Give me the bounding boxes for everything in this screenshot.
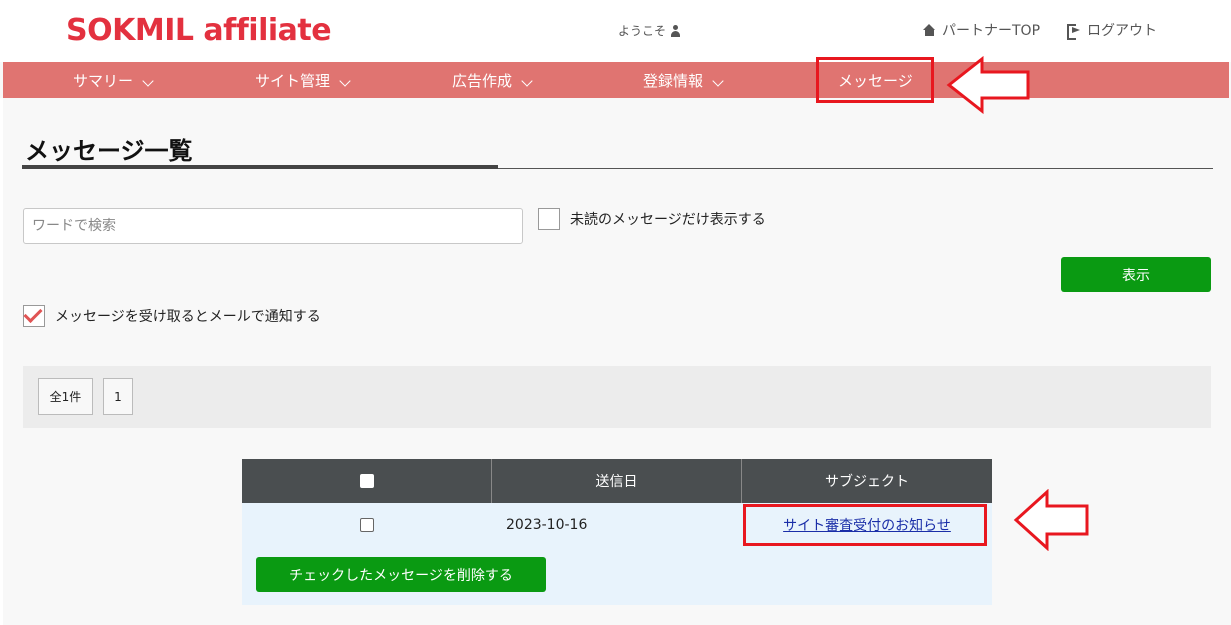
chevron-down-icon (522, 77, 532, 87)
checkmark-icon (23, 303, 43, 324)
partner-top-link[interactable]: パートナーTOP (923, 20, 1040, 40)
email-notify-label: メッセージを受け取るとメールで通知する (55, 309, 321, 325)
page-number-button[interactable]: 1 (103, 378, 133, 415)
total-count: 全1件 (38, 378, 93, 415)
top-header: SOKMIL affiliate ようこそ パートナーTOP ログアウト (0, 0, 1231, 62)
nav-item-label: 広告作成 (452, 71, 513, 90)
delete-checked-button[interactable]: チェックしたメッセージを削除する (256, 557, 546, 592)
partner-top-label: パートナーTOP (942, 23, 1041, 39)
header-select-all (242, 459, 492, 503)
home-icon (923, 24, 936, 36)
nav-item-summary[interactable]: サマリー (73, 62, 153, 98)
nav-item-ad-creation[interactable]: 広告作成 (452, 62, 532, 98)
welcome-label: ようこそ (618, 24, 667, 38)
header-date: 送信日 (492, 459, 742, 503)
table-footer: チェックしたメッセージを削除する (242, 547, 992, 605)
unread-only-label: 未読のメッセージだけ表示する (570, 212, 766, 228)
header-subject: サブジェクト (825, 474, 909, 490)
email-notify-checkbox[interactable] (23, 303, 45, 327)
search-input[interactable] (23, 208, 523, 244)
nav-item-label: 登録情報 (643, 71, 704, 90)
left-arrow-icon (946, 56, 1030, 114)
logout-icon (1067, 24, 1081, 40)
left-edge (0, 98, 3, 625)
logout-label: ログアウト (1087, 23, 1157, 39)
pager-bar: 全1件 1 (23, 366, 1211, 428)
site-logo[interactable]: SOKMIL affiliate (66, 13, 332, 48)
row-checkbox[interactable] (360, 518, 374, 532)
welcome-text: ようこそ (618, 22, 681, 39)
row-select-cell (242, 503, 492, 547)
chevron-down-icon (340, 77, 350, 87)
page-title: メッセージ一覧 (25, 137, 193, 165)
divider (498, 168, 1213, 169)
show-button[interactable]: 表示 (1061, 257, 1211, 292)
row-date: 2023-10-16 (506, 517, 588, 533)
chevron-down-icon (143, 77, 153, 87)
chevron-down-icon (713, 77, 723, 87)
nav-item-registration[interactable]: 登録情報 (643, 62, 723, 98)
logout-link[interactable]: ログアウト (1067, 20, 1157, 40)
nav-item-label: サマリー (73, 71, 134, 90)
table-header: 送信日 サブジェクト (242, 459, 992, 503)
unread-only-checkbox[interactable] (538, 208, 560, 230)
nav-item-label: サイト管理 (255, 71, 331, 90)
highlight-box-nav (816, 57, 934, 103)
highlight-box-subject (743, 504, 987, 546)
nav-item-site-management[interactable]: サイト管理 (255, 62, 350, 98)
select-all-checkbox[interactable] (359, 474, 374, 488)
left-arrow-icon (1013, 489, 1089, 551)
user-icon (670, 24, 681, 37)
title-underline (22, 165, 498, 169)
main-nav: サマリー サイト管理 広告作成 登録情報 メッセージ (3, 62, 1229, 98)
